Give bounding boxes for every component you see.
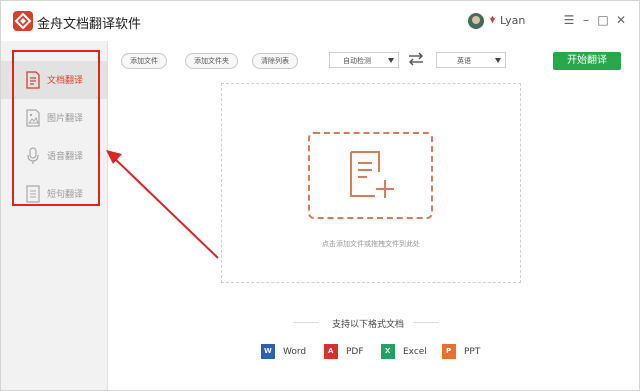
annotation-arrow bbox=[106, 150, 219, 259]
